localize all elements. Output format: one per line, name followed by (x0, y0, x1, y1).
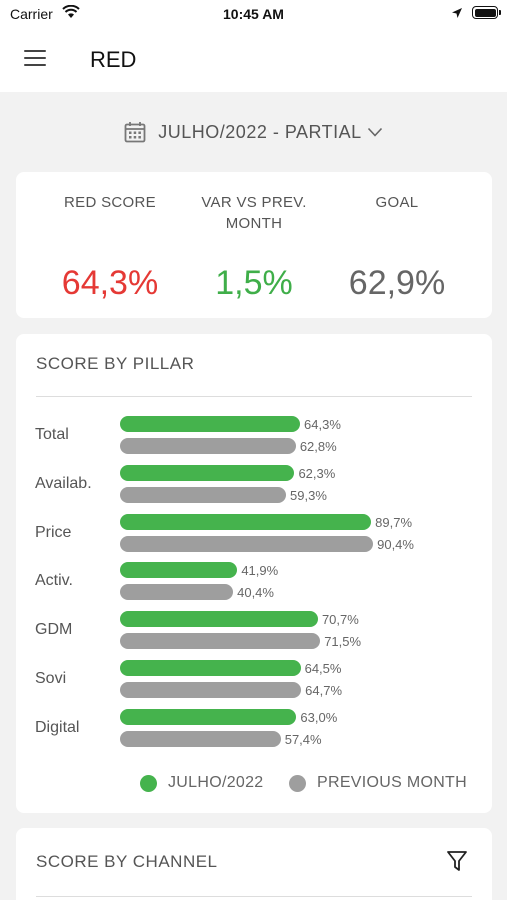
bar-current-month (120, 611, 318, 628)
hamburger-menu-icon[interactable] (24, 50, 46, 68)
bar-previous-month (120, 682, 302, 698)
bar-previous-month (120, 438, 296, 454)
bar-value-label: 62,3% (298, 465, 336, 481)
kpi-value: 62,9% (348, 264, 446, 302)
bar-previous-month (120, 633, 321, 650)
kpi-label: RED SCORE (64, 194, 156, 211)
calendar-icon (124, 122, 146, 143)
pillar-label: Price (35, 523, 72, 541)
score-by-pillar-card: SCORE BY PILLAR Total 64,3% 62,8% Availab. 6… (16, 334, 492, 813)
divider (36, 896, 472, 897)
bar-value-label: 64,7% (305, 683, 343, 698)
card-title: SCORE BY CHANNEL (36, 852, 218, 871)
pillar-label: Sovi (35, 670, 67, 687)
card-title: SCORE BY PILLAR (36, 354, 195, 373)
chevron-down-icon (367, 127, 382, 137)
bar-current-month (120, 513, 372, 530)
pillar-label: Total (35, 426, 69, 443)
kpi-label: VAR VS PREV. MONTH (201, 194, 307, 232)
bar-value-label: 64,3% (304, 417, 341, 432)
legend-current-label: JULHO/2022 (168, 774, 264, 791)
status-bar: Carrier 10:45 AM (0, 0, 507, 30)
bar-current-month (120, 562, 238, 579)
bar-value-label: 89,7% (375, 514, 413, 530)
bar-previous-month (120, 535, 374, 552)
bar-value-label: 57,4% (284, 731, 322, 747)
divider (36, 396, 472, 397)
period-label: JULHO/2022 - PARTIAL (158, 121, 362, 142)
battery-icon (472, 6, 501, 19)
bar-previous-month (120, 584, 234, 601)
bar-current-month (120, 708, 297, 725)
kpi-red-score: RED SCORE 64,3% (35, 192, 185, 303)
bar-value-label: 40,4% (237, 585, 274, 601)
legend-previous-label: PREVIOUS MONTH (317, 774, 467, 791)
score-by-channel-card: SCORE BY CHANNEL (16, 828, 492, 900)
bar-current-month (120, 464, 295, 481)
pillar-label: GDM (35, 621, 73, 639)
kpi-goal: GOAL 62,9% (322, 192, 472, 303)
kpi-value: 64,3% (61, 264, 159, 302)
kpi-label: GOAL (375, 194, 419, 211)
app-header: RED (0, 30, 507, 92)
bar-value-label: 90,4% (377, 536, 414, 552)
bar-previous-month (120, 486, 287, 503)
bar-current-month (120, 416, 301, 432)
status-time: 10:45 AM (223, 6, 284, 22)
bar-value-label: 41,9% (241, 563, 279, 579)
bar-value-label: 71,5% (324, 634, 362, 650)
chart-legend: JULHO/2022 PREVIOUS MONTH (16, 774, 492, 794)
bar-value-label: 70,7% (321, 612, 359, 628)
bar-current-month (120, 660, 301, 676)
pillar-label: Availab. (35, 474, 92, 492)
period-selector[interactable]: JULHO/2022 - PARTIAL (0, 118, 507, 146)
legend-dot-current (140, 775, 157, 792)
bar-value-label: 59,3% (290, 487, 327, 503)
page-title: RED (90, 47, 137, 72)
kpi-card: RED SCORE 64,3% VAR VS PREV. MONTH 1,5% … (16, 172, 492, 318)
bar-value-label: 63,0% (300, 709, 338, 725)
filter-icon[interactable] (446, 850, 468, 872)
bar-value-label: 64,5% (304, 661, 342, 676)
pillar-label: Digital (35, 718, 80, 736)
bar-previous-month (120, 730, 281, 747)
pillar-label: Activ. (35, 572, 73, 590)
legend-dot-previous (289, 775, 306, 792)
bar-value-label: 62,8% (299, 439, 337, 454)
kpi-value: 1,5% (215, 264, 293, 302)
kpi-var-vs-prev-month: VAR VS PREV. MONTH 1,5% (179, 192, 329, 303)
location-arrow-icon (452, 8, 462, 18)
